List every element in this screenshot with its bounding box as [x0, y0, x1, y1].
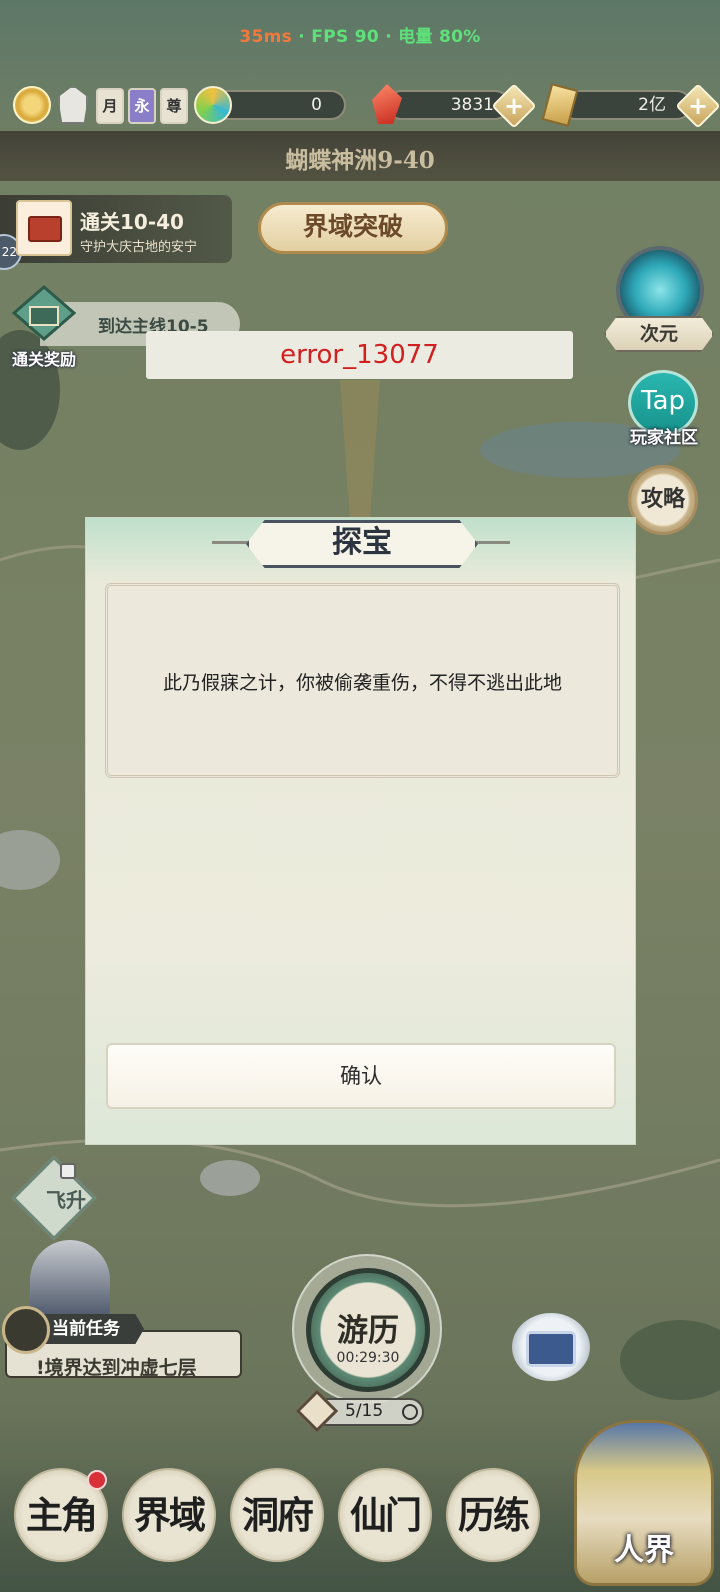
nav-realm[interactable]: 界域	[122, 1468, 216, 1562]
scroll-value: 2亿	[638, 95, 666, 115]
journey-timer: 00:29:30	[336, 1350, 400, 1366]
reward-label: 通关奖励	[12, 350, 77, 369]
reward-chest-icon[interactable]	[11, 285, 77, 341]
card-icon-yong[interactable]: 永	[128, 88, 156, 124]
current-task-tag: 当前任务	[36, 1314, 144, 1344]
quest-description: 守护大庆古地的安宁	[80, 240, 198, 255]
human-realm-label: 人界	[614, 1533, 674, 1568]
nav-sect[interactable]: 仙门	[338, 1468, 432, 1562]
nav-training[interactable]: 历练	[446, 1468, 540, 1562]
footprint-icon	[2, 1306, 50, 1354]
ping-text: 35ms	[239, 27, 293, 47]
error-toast: error_13077	[146, 331, 573, 379]
quest-title: 通关10-40	[80, 210, 184, 234]
separator: ·	[385, 27, 399, 47]
blue-chest-icon[interactable]	[512, 1313, 590, 1381]
sage-avatar[interactable]	[30, 1240, 110, 1320]
fps-text: FPS 90	[311, 27, 379, 47]
gem-value: 3831	[450, 95, 494, 115]
perf-overlay: 35ms · FPS 90 · 电量 80%	[0, 22, 720, 47]
card-icon-zun[interactable]: 尊	[160, 88, 188, 124]
scroll-counter: 2亿	[560, 90, 692, 120]
settings-gear-icon[interactable]	[13, 86, 51, 124]
location-title: 蝴蝶神洲9-40	[285, 147, 435, 174]
community-label: 玩家社区	[630, 428, 698, 448]
dialog-message: 此乃假寐之计，你被偷袭重伤，不得不逃出此地	[162, 672, 562, 694]
lock-icon	[60, 1163, 76, 1179]
current-task-text: !境界达到冲虚七层	[36, 1357, 197, 1379]
confirm-button[interactable]: 确认	[106, 1043, 616, 1109]
treasure-chest-icon[interactable]	[16, 200, 72, 256]
battery-text: 电量 80%	[398, 27, 481, 47]
gem-counter: 3831	[386, 90, 510, 120]
notification-dot	[87, 1470, 107, 1490]
separator: ·	[298, 27, 312, 47]
jade-value: 0	[311, 95, 322, 115]
ascend-label: 飞升	[46, 1188, 86, 1212]
jade-swirl-icon	[194, 86, 232, 124]
dialog-title: 探宝	[332, 525, 392, 560]
dimension-button[interactable]: 次元	[604, 316, 714, 352]
realm-breakthrough-button[interactable]: 界域突破	[258, 202, 448, 254]
refresh-icon[interactable]	[402, 1404, 418, 1420]
nav-cave[interactable]: 洞府	[230, 1468, 324, 1562]
journey-label: 游历	[337, 1313, 399, 1349]
guide-button[interactable]: 攻略	[628, 465, 698, 535]
journey-count: 5/15	[345, 1401, 384, 1421]
card-icon-yue[interactable]: 月	[96, 88, 124, 124]
